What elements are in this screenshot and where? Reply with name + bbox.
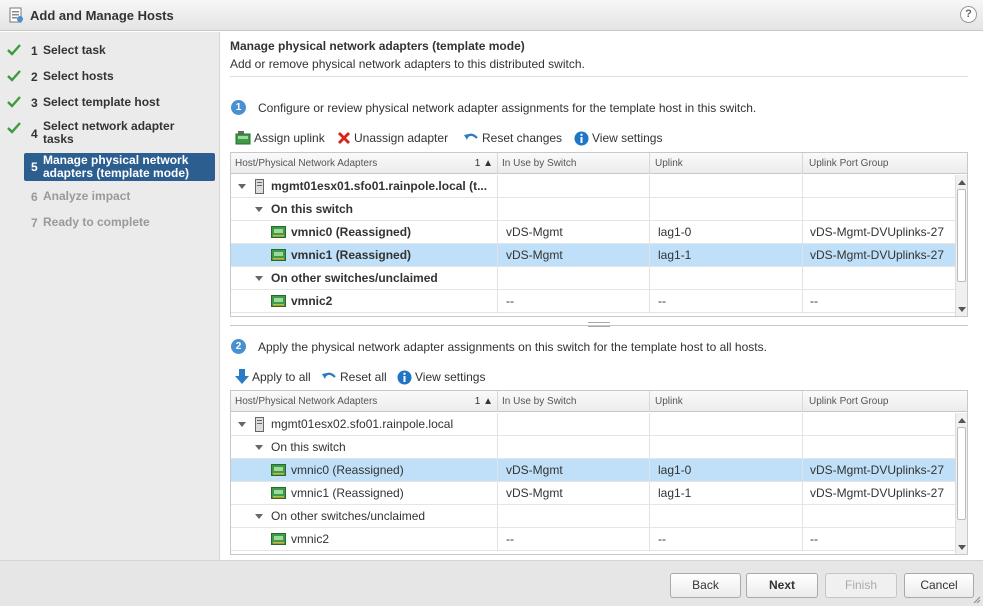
wizard-steps-panel: 1 Select task 2 Select hosts 3 Select te… — [0, 32, 220, 560]
step-label: Select task — [43, 43, 106, 57]
step-label: Analyze impact — [43, 189, 131, 203]
red-x-icon — [337, 131, 351, 145]
table-row[interactable]: vmnic0 (Reassigned) vDS-Mgmt lag1-0 vDS-… — [231, 221, 955, 244]
table-row[interactable]: vmnic2 -- -- -- — [231, 528, 955, 551]
step-label: Select hosts — [43, 69, 114, 83]
down-arrow-icon — [235, 369, 249, 384]
table-group-other-switches[interactable]: On other switches/unclaimed — [231, 267, 955, 290]
sort-ascending-indicator: 1 ▲ — [474, 158, 493, 169]
table-row[interactable]: vmnic1 (Reassigned) vDS-Mgmt lag1-1 vDS-… — [231, 482, 955, 505]
expand-triangle-icon[interactable] — [255, 276, 263, 281]
expand-triangle-icon[interactable] — [255, 207, 263, 212]
table-header: Host/Physical Network Adapters 1 ▲ In Us… — [231, 153, 967, 174]
main-content: Manage physical network adapters (templa… — [221, 32, 983, 560]
help-button[interactable]: ? — [960, 6, 977, 23]
column-header-in-use[interactable]: In Use by Switch — [498, 391, 650, 412]
view-settings-button[interactable]: View settings — [397, 368, 485, 386]
network-adapter-icon — [271, 295, 286, 307]
unassign-adapter-button[interactable]: Unassign adapter — [337, 129, 448, 147]
table-group-on-this-switch[interactable]: On this switch — [231, 198, 955, 221]
check-icon — [7, 122, 21, 134]
host-server-icon — [255, 179, 264, 194]
view-settings-button[interactable]: View settings — [574, 129, 662, 147]
page-title: Manage physical network adapters (templa… — [230, 39, 525, 53]
resize-grip-icon[interactable] — [973, 596, 981, 604]
expand-triangle-icon[interactable] — [255, 445, 263, 450]
table-row-host[interactable]: mgmt01esx02.sfo01.rainpole.local — [231, 413, 955, 436]
column-header-port-group[interactable]: Uplink Port Group — [803, 153, 955, 174]
assign-uplink-icon — [235, 131, 251, 145]
reset-all-button[interactable]: Reset all — [321, 368, 387, 386]
network-adapter-icon — [271, 464, 286, 476]
scrollbar-thumb[interactable] — [957, 189, 966, 282]
check-icon — [7, 44, 21, 56]
dialog-title-bar: Add and Manage Hosts ? — [0, 0, 983, 31]
table-row[interactable]: vmnic2 -- -- -- — [231, 290, 955, 313]
scroll-up-arrow-icon[interactable] — [958, 418, 966, 423]
expand-triangle-icon[interactable] — [238, 184, 246, 189]
info-icon — [574, 131, 589, 145]
cancel-button[interactable]: Cancel — [904, 573, 974, 598]
network-adapter-icon — [271, 226, 286, 238]
expand-triangle-icon[interactable] — [238, 422, 246, 427]
wizard-footer: Back Next Finish Cancel — [0, 560, 983, 606]
table-row-selected[interactable]: vmnic1 (Reassigned) vDS-Mgmt lag1-1 vDS-… — [231, 244, 955, 267]
section-2-badge: 2 — [231, 339, 246, 354]
step-label: Select template host — [43, 95, 160, 109]
section-2-instructions: Apply the physical network adapter assig… — [258, 340, 767, 354]
vertical-scrollbar[interactable] — [955, 413, 967, 554]
template-host-adapter-table: Host/Physical Network Adapters 1 ▲ In Us… — [230, 152, 968, 317]
table-header: Host/Physical Network Adapters 1 ▲ In Us… — [231, 391, 967, 412]
next-button[interactable]: Next — [746, 573, 818, 598]
scroll-up-arrow-icon[interactable] — [958, 180, 966, 185]
column-header-port-group[interactable]: Uplink Port Group — [803, 391, 955, 412]
all-hosts-adapter-table: Host/Physical Network Adapters 1 ▲ In Us… — [230, 390, 968, 555]
pane-splitter[interactable] — [230, 322, 968, 327]
apply-to-all-button[interactable]: Apply to all — [235, 368, 311, 386]
column-header-uplink[interactable]: Uplink — [650, 153, 803, 174]
step-label: Select network adapter tasks — [43, 119, 175, 146]
table-group-other-switches[interactable]: On other switches/unclaimed — [231, 505, 955, 528]
expand-triangle-icon[interactable] — [255, 514, 263, 519]
step-select-network-adapter-tasks[interactable]: 4 Select network adapter tasks — [0, 120, 220, 148]
network-adapter-icon — [271, 533, 286, 545]
step-label: Manage physical network adapters (templa… — [43, 153, 190, 180]
wizard-icon — [9, 7, 23, 23]
splitter-grip-icon[interactable] — [588, 322, 610, 327]
table-row-host[interactable]: mgmt01esx01.sfo01.rainpole.local (t... — [231, 175, 955, 198]
column-header-adapters[interactable]: Host/Physical Network Adapters 1 ▲ — [231, 391, 498, 412]
column-header-uplink[interactable]: Uplink — [650, 391, 803, 412]
vertical-scrollbar[interactable] — [955, 175, 967, 316]
undo-icon — [322, 372, 336, 379]
network-adapter-icon — [271, 249, 286, 261]
column-header-in-use[interactable]: In Use by Switch — [498, 153, 650, 174]
host-server-icon — [255, 417, 264, 432]
check-icon — [7, 70, 21, 82]
divider — [230, 76, 968, 77]
table-group-on-this-switch[interactable]: On this switch — [231, 436, 955, 459]
undo-icon — [464, 133, 478, 140]
check-icon — [7, 96, 21, 108]
network-adapter-icon — [271, 487, 286, 499]
reset-changes-button[interactable]: Reset changes — [463, 129, 562, 147]
info-icon — [397, 370, 412, 384]
table-row-selected[interactable]: vmnic0 (Reassigned) vDS-Mgmt lag1-0 vDS-… — [231, 459, 955, 482]
scroll-down-arrow-icon[interactable] — [958, 545, 966, 550]
section-1-badge: 1 — [231, 100, 246, 115]
step-label: Ready to complete — [43, 215, 150, 229]
scrollbar-thumb[interactable] — [957, 427, 966, 520]
step-manage-physical-adapters[interactable]: 5 Manage physical network adapters (temp… — [24, 153, 215, 181]
back-button[interactable]: Back — [670, 573, 741, 598]
assign-uplink-button[interactable]: Assign uplink — [235, 129, 325, 147]
page-subtitle: Add or remove physical network adapters … — [230, 57, 585, 71]
column-header-adapters[interactable]: Host/Physical Network Adapters 1 ▲ — [231, 153, 498, 174]
finish-button: Finish — [825, 573, 897, 598]
section-1-instructions: Configure or review physical network ada… — [258, 101, 757, 115]
sort-ascending-indicator: 1 ▲ — [474, 396, 493, 407]
scroll-down-arrow-icon[interactable] — [958, 307, 966, 312]
dialog-title: Add and Manage Hosts — [30, 8, 174, 23]
